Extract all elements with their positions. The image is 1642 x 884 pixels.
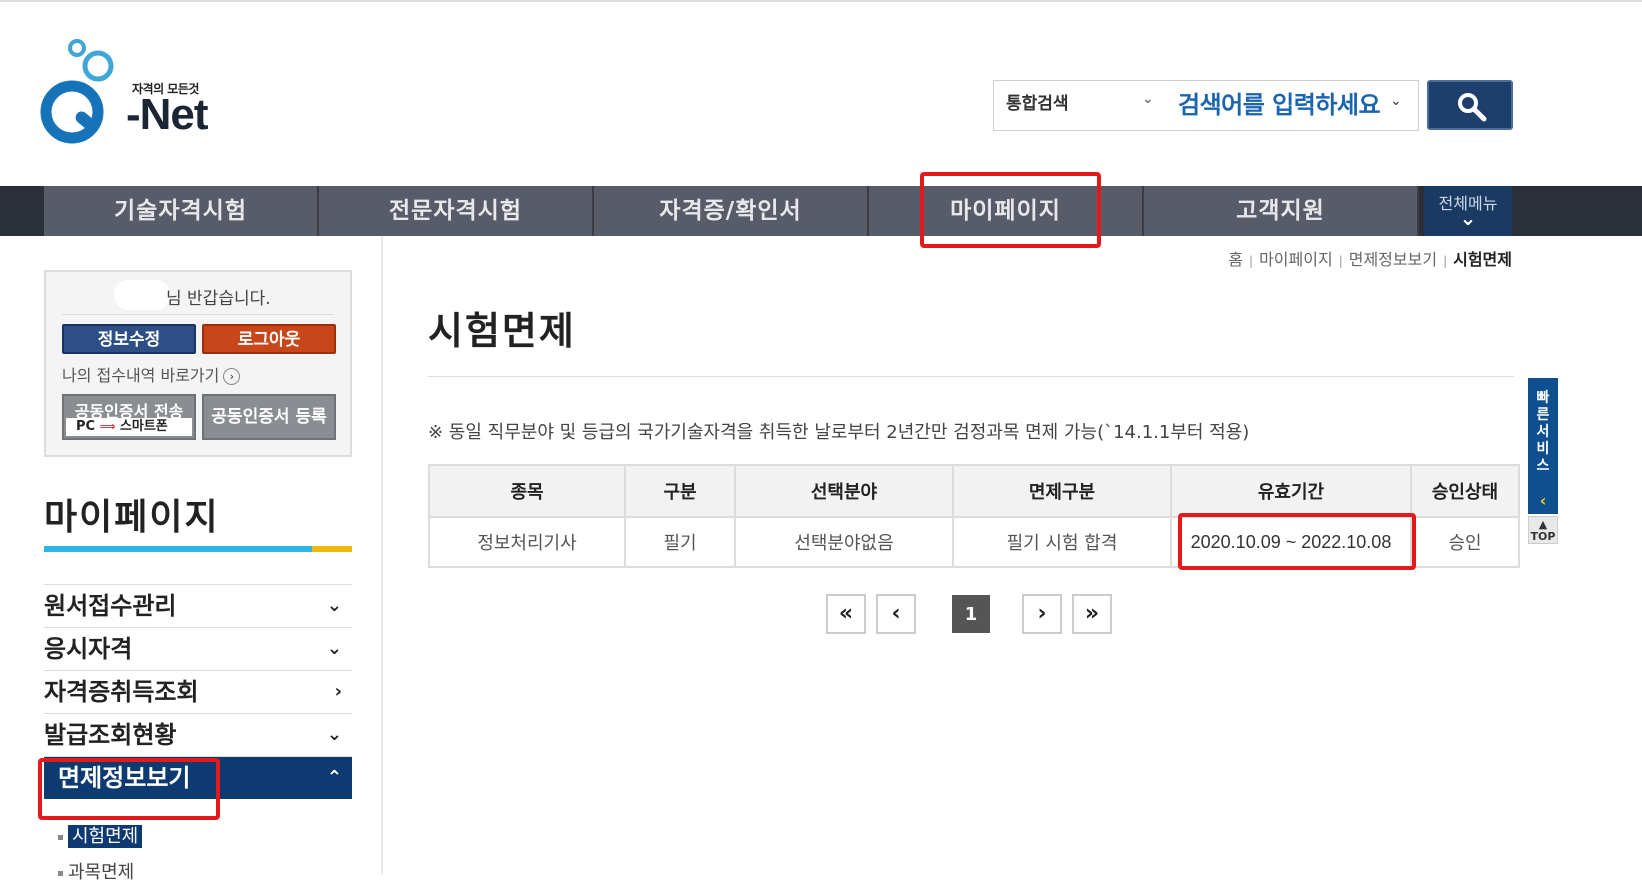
current-page[interactable]: 1	[952, 595, 990, 633]
bullet	[58, 870, 63, 876]
chevron-down-icon[interactable]: ⌄	[1390, 93, 1402, 109]
chevron-down-icon: ⌄	[1459, 206, 1477, 230]
page-title: 시험면제	[428, 309, 576, 353]
user-panel: 님 반갑습니다. 정보수정 로그아웃 나의 접수내역 바로가기 › 공동인증서 전…	[44, 270, 352, 457]
column-header: 유효기간	[1170, 464, 1412, 518]
logout-button[interactable]: 로그아웃	[202, 324, 336, 354]
table-header-row: 종목 구분 선택분야 면제구분 유효기간 승인상태	[428, 464, 1520, 518]
quick-service-label: 빠른서비스	[1536, 390, 1550, 474]
chevron-right-icon: ›	[334, 681, 342, 702]
search-button[interactable]	[1427, 80, 1513, 130]
cert-transfer-sub: PC ⟹ 스마트폰	[66, 418, 192, 436]
sidebar-item-eligibility[interactable]: 응시자격 ⌄	[44, 627, 352, 670]
sidebar-item-label: 응시자격	[44, 635, 133, 663]
search-box: 통합검색 ⌄ 검색어를 입력하세요 ⌄	[993, 80, 1419, 131]
nav-item-support[interactable]: 고객지원	[1144, 186, 1419, 236]
bullet	[58, 834, 63, 840]
underline-accent	[312, 546, 352, 552]
top-label: TOP	[1530, 530, 1556, 543]
breadcrumb-mypage[interactable]: 마이페이지	[1259, 250, 1333, 269]
receipt-history-label: 나의 접수내역 바로가기	[62, 366, 220, 385]
breadcrumb-current: 시험면제	[1453, 250, 1512, 269]
logo-name: -Net	[126, 90, 209, 139]
edit-info-button[interactable]: 정보수정	[62, 324, 196, 354]
sidebar-item-label: 원서접수관리	[44, 592, 177, 620]
sidebar-divider	[381, 236, 383, 874]
search-icon	[1458, 93, 1487, 122]
column-header: 선택분야	[734, 464, 954, 518]
chevron-down-icon: ⌄	[326, 638, 342, 659]
sidebar-title-underline	[44, 546, 352, 552]
last-page-button[interactable]: »	[1072, 594, 1112, 634]
chevron-down-icon[interactable]: ⌄	[1142, 91, 1154, 107]
submenu-label: 시험면제	[68, 825, 143, 848]
breadcrumb-home[interactable]: 홈	[1228, 250, 1243, 269]
next-page-button[interactable]: ›	[1022, 594, 1062, 634]
notice-text: ※ 동일 직무분야 및 등급의 국가기술자격을 취득한 날로부터 2년간만 검정…	[428, 422, 1250, 443]
submenu-label: 과목면제	[68, 862, 135, 883]
submenu-exam-exemption[interactable]: 시험면제	[58, 822, 143, 848]
breadcrumb-separator: |	[1338, 254, 1343, 268]
arrow-right-icon: ›	[223, 368, 241, 385]
qnet-logo[interactable]: 자격의 모든것 -Net	[40, 38, 210, 148]
cell-type: 필기	[624, 516, 736, 568]
nav-item-certificate[interactable]: 자격증/확인서	[594, 186, 869, 236]
prev-page-button[interactable]: ‹	[876, 594, 916, 634]
pc-label: PC	[76, 419, 96, 434]
greeting-text: 님 반갑습니다.	[166, 289, 271, 309]
search-input[interactable]: 검색어를 입력하세요	[1178, 85, 1381, 120]
receipt-history-link[interactable]: 나의 접수내역 바로가기 ›	[62, 362, 241, 386]
logo-q-icon	[40, 39, 114, 144]
main-nav: 기술자격시험 전문자격시험 자격증/확인서 마이페이지 고객지원 전체메뉴 ⌄	[0, 186, 1642, 236]
highlight-box-exemption	[38, 758, 220, 820]
cert-transfer-button[interactable]: 공동인증서 전송 PC ⟹ 스마트폰	[62, 394, 196, 440]
cell-field: 선택분야없음	[734, 516, 954, 568]
sidebar-item-license-lookup[interactable]: 자격증취득조회 ›	[44, 670, 352, 713]
smartphone-label: 스마트폰	[119, 419, 168, 434]
chevron-left-icon[interactable]: ‹	[1528, 488, 1558, 514]
breadcrumb-separator: |	[1443, 254, 1448, 268]
breadcrumb-separator: |	[1249, 254, 1254, 268]
scroll-top-button[interactable]: ▲ TOP	[1528, 516, 1558, 544]
column-header: 종목	[428, 464, 626, 518]
cell-approval-status: 승인	[1410, 516, 1520, 568]
sidebar-item-label: 자격증취득조회	[44, 678, 199, 706]
column-header: 구분	[624, 464, 736, 518]
highlight-box-mypage	[920, 172, 1101, 248]
cell-exemption-type: 필기 시험 합격	[952, 516, 1172, 568]
nav-item-technical-exam[interactable]: 기술자격시험	[44, 186, 319, 236]
column-header: 면제구분	[952, 464, 1172, 518]
all-menu-button[interactable]: 전체메뉴 ⌄	[1424, 186, 1512, 236]
submenu-subject-exemption[interactable]: 과목면제	[58, 858, 134, 884]
cert-register-button[interactable]: 공동인증서 등록	[202, 394, 336, 440]
sidebar-item-label: 발급조회현황	[44, 721, 177, 749]
chevron-down-icon: ⌄	[326, 724, 342, 745]
cell-subject: 정보처리기사	[428, 516, 626, 568]
highlight-box-valid-period	[1178, 513, 1416, 570]
chevron-down-icon: ⌄	[326, 595, 342, 616]
breadcrumb-exemption-info[interactable]: 면제정보보기	[1349, 250, 1437, 269]
top-border	[0, 0, 1642, 2]
first-page-button[interactable]: «	[826, 594, 866, 634]
column-header: 승인상태	[1410, 464, 1520, 518]
divider	[62, 314, 334, 315]
title-divider	[428, 376, 1514, 377]
nav-item-professional-exam[interactable]: 전문자격시험	[319, 186, 594, 236]
sidebar-item-issuance-status[interactable]: 발급조회현황 ⌄	[44, 713, 352, 756]
search-category-select[interactable]: 통합검색	[1006, 89, 1069, 114]
chevron-up-icon: ⌃	[326, 767, 342, 788]
sidebar-title: 마이페이지	[44, 497, 220, 538]
arrow-right-icon: ⟹	[99, 420, 116, 433]
sidebar-item-application[interactable]: 원서접수관리 ⌄	[44, 584, 352, 627]
breadcrumb: 홈 | 마이페이지 | 면제정보보기 | 시험면제	[1228, 246, 1512, 270]
